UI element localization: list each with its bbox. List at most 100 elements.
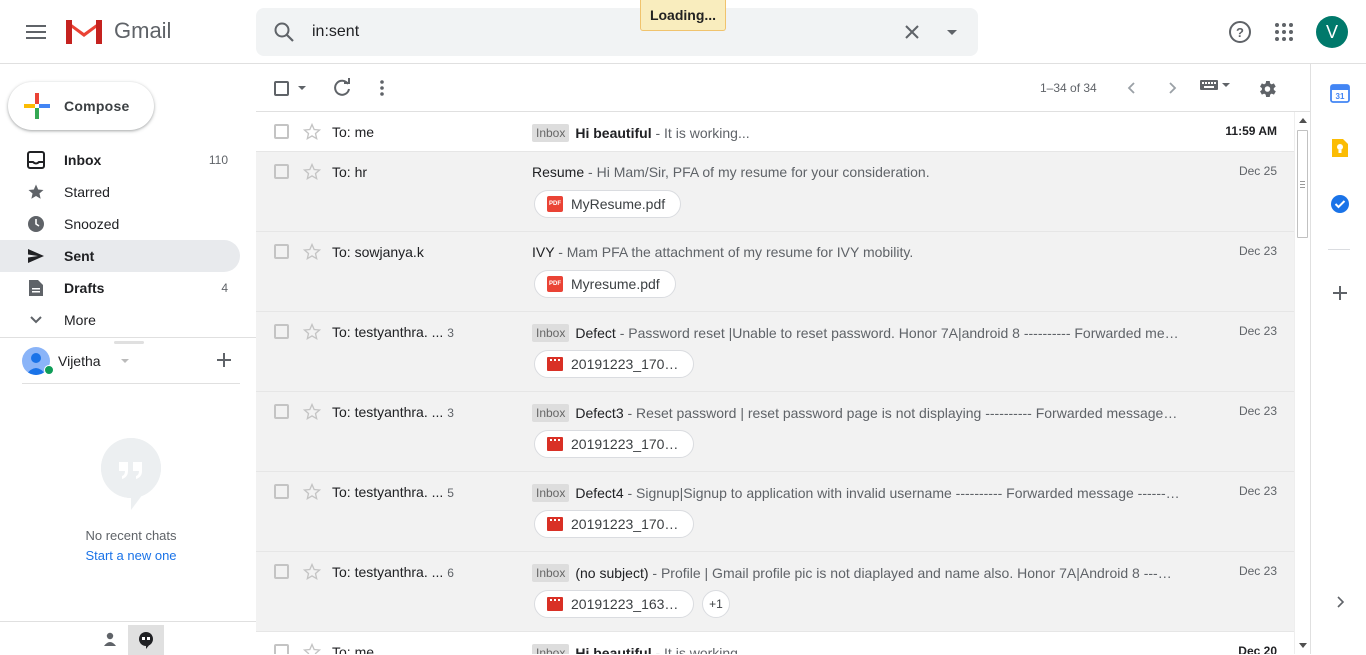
attachment-name: 20191223_170… xyxy=(571,436,679,452)
sender-text: To: testyanthra. ... xyxy=(332,404,444,420)
inbox-label-badge[interactable]: Inbox xyxy=(532,484,570,502)
resize-handle[interactable] xyxy=(114,341,144,344)
account-avatar[interactable]: V xyxy=(1316,16,1348,48)
star-icon[interactable] xyxy=(302,162,322,187)
row-checkbox[interactable] xyxy=(274,164,289,179)
attachment-chip[interactable]: 20191223_170… xyxy=(534,350,694,378)
search-input[interactable] xyxy=(312,8,872,56)
chevron-right-icon[interactable] xyxy=(1162,78,1182,103)
no-chats-panel: No recent chats Start a new one xyxy=(22,438,240,563)
pdf-icon: PDF xyxy=(547,196,563,212)
compose-button[interactable]: Compose xyxy=(8,82,154,130)
inbox-label-badge[interactable]: Inbox xyxy=(532,324,570,342)
email-snippet: - Profile | Gmail profile pic is not dia… xyxy=(648,565,1172,581)
google-apps-icon[interactable] xyxy=(1272,20,1296,49)
attachment-chip[interactable]: 20191223_163… xyxy=(534,590,694,618)
email-sender: To: sowjanya.k xyxy=(332,244,424,260)
email-row[interactable]: To: testyanthra. ... 5 Inbox Defect4 - Sig… xyxy=(256,472,1294,552)
search-icon[interactable] xyxy=(272,20,296,49)
email-content: Inbox Defect3 - Reset password | reset pa… xyxy=(532,404,1186,422)
inbox-label-badge[interactable]: Inbox xyxy=(532,404,570,422)
inbox-label-badge[interactable]: Inbox xyxy=(532,564,570,582)
tasks-icon[interactable] xyxy=(1329,193,1351,215)
email-sender: To: hr xyxy=(332,164,367,180)
clear-search-icon[interactable] xyxy=(900,20,924,49)
list-scrollbar[interactable] xyxy=(1294,112,1310,654)
keep-icon[interactable] xyxy=(1329,137,1351,159)
more-options-icon[interactable] xyxy=(372,78,392,103)
sender-text: To: testyanthra. ... xyxy=(332,324,444,340)
sidebar-item-drafts[interactable]: Drafts 4 xyxy=(0,272,240,304)
more-attachments-chip[interactable]: +1 xyxy=(702,590,730,618)
email-row[interactable]: To: hr Resume - Hi Mam/Sir, PFA of my re… xyxy=(256,152,1294,232)
star-icon[interactable] xyxy=(302,322,322,347)
hangouts-user[interactable]: Vijetha xyxy=(22,345,240,377)
email-row[interactable]: To: testyanthra. ... 3 Inbox Defect3 - Res… xyxy=(256,392,1294,472)
add-chat-icon[interactable] xyxy=(214,350,234,375)
row-checkbox[interactable] xyxy=(274,484,289,499)
row-checkbox[interactable] xyxy=(274,124,289,139)
inbox-icon xyxy=(26,150,46,170)
email-date: Dec 23 xyxy=(1238,484,1277,498)
attachment-chip[interactable]: PDF Myresume.pdf xyxy=(534,270,676,298)
sidebar-item-snoozed[interactable]: Snoozed xyxy=(0,208,240,240)
attachment-name: 20191223_163… xyxy=(571,596,679,612)
search-options-icon[interactable] xyxy=(940,20,964,49)
star-icon[interactable] xyxy=(302,242,322,267)
sidebar-item-sent[interactable]: Sent xyxy=(0,240,240,272)
gmail-m-icon xyxy=(66,20,102,44)
email-row[interactable]: To: testyanthra. ... 3 Inbox Defect - Pass… xyxy=(256,312,1294,392)
sidebar-footer xyxy=(0,621,256,655)
row-checkbox[interactable] xyxy=(274,564,289,579)
email-date: 11:59 AM xyxy=(1225,124,1277,138)
attachment-chip[interactable]: 20191223_170… xyxy=(534,510,694,538)
sidebar-item-inbox[interactable]: Inbox 110 xyxy=(0,144,240,176)
hangouts-tab[interactable] xyxy=(128,622,164,655)
star-icon[interactable] xyxy=(302,562,322,587)
scrollbar-thumb[interactable] xyxy=(1297,130,1308,238)
row-checkbox[interactable] xyxy=(274,244,289,259)
attachment-chip[interactable]: 20191223_170… xyxy=(534,430,694,458)
settings-gear-icon[interactable] xyxy=(1256,78,1278,105)
email-row[interactable]: To: sowjanya.k IVY - Mam PFA the attachm… xyxy=(256,232,1294,312)
divider xyxy=(22,383,240,384)
row-checkbox[interactable] xyxy=(274,324,289,339)
start-new-chat-link[interactable]: Start a new one xyxy=(22,548,240,563)
scroll-down-icon[interactable] xyxy=(1299,643,1307,648)
row-checkbox[interactable] xyxy=(274,644,289,654)
select-options-icon[interactable] xyxy=(298,86,306,90)
caret-down-icon[interactable] xyxy=(120,359,129,363)
draft-count: 4 xyxy=(221,281,228,295)
help-icon[interactable]: ? xyxy=(1226,18,1254,51)
star-icon[interactable] xyxy=(302,482,322,507)
scroll-up-icon[interactable] xyxy=(1299,118,1307,123)
chevron-right-icon[interactable] xyxy=(1329,591,1351,613)
email-subject: Hi beautiful xyxy=(575,125,652,141)
star-icon[interactable] xyxy=(302,402,322,427)
email-row[interactable]: To: me Inbox Hi beautiful - It is working… xyxy=(256,632,1294,654)
chevron-left-icon[interactable] xyxy=(1122,78,1142,103)
email-row[interactable]: To: testyanthra. ... 6 Inbox (no subject) … xyxy=(256,552,1294,632)
input-tools-button[interactable] xyxy=(1200,79,1230,91)
clock-icon xyxy=(26,214,46,234)
sidebar-item-more[interactable]: More xyxy=(0,304,240,336)
email-row[interactable]: To: me Inbox Hi beautiful - It is working… xyxy=(256,112,1294,152)
row-checkbox[interactable] xyxy=(274,404,289,419)
star-icon[interactable] xyxy=(302,122,322,147)
refresh-icon[interactable] xyxy=(332,78,352,103)
add-addon-icon[interactable] xyxy=(1329,282,1351,304)
email-content: Inbox Hi beautiful - It is working... xyxy=(532,644,1186,654)
inbox-label-badge[interactable]: Inbox xyxy=(532,124,570,142)
star-icon[interactable] xyxy=(302,642,322,654)
calendar-icon[interactable]: 31 xyxy=(1329,82,1351,104)
main-menu-button[interactable] xyxy=(20,16,52,48)
attachment-chip[interactable]: PDF MyResume.pdf xyxy=(534,190,682,218)
inbox-label-badge[interactable]: Inbox xyxy=(532,644,570,654)
contacts-tab[interactable] xyxy=(92,622,128,655)
gmail-logo[interactable]: Gmail xyxy=(64,16,171,46)
sidebar-item-starred[interactable]: Starred xyxy=(0,176,240,208)
email-snippet: - Password reset |Unable to reset passwo… xyxy=(615,325,1179,341)
email-date: Dec 25 xyxy=(1238,164,1277,178)
email-content: Inbox Defect - Password reset |Unable to … xyxy=(532,324,1186,342)
select-all-checkbox[interactable] xyxy=(274,81,289,96)
